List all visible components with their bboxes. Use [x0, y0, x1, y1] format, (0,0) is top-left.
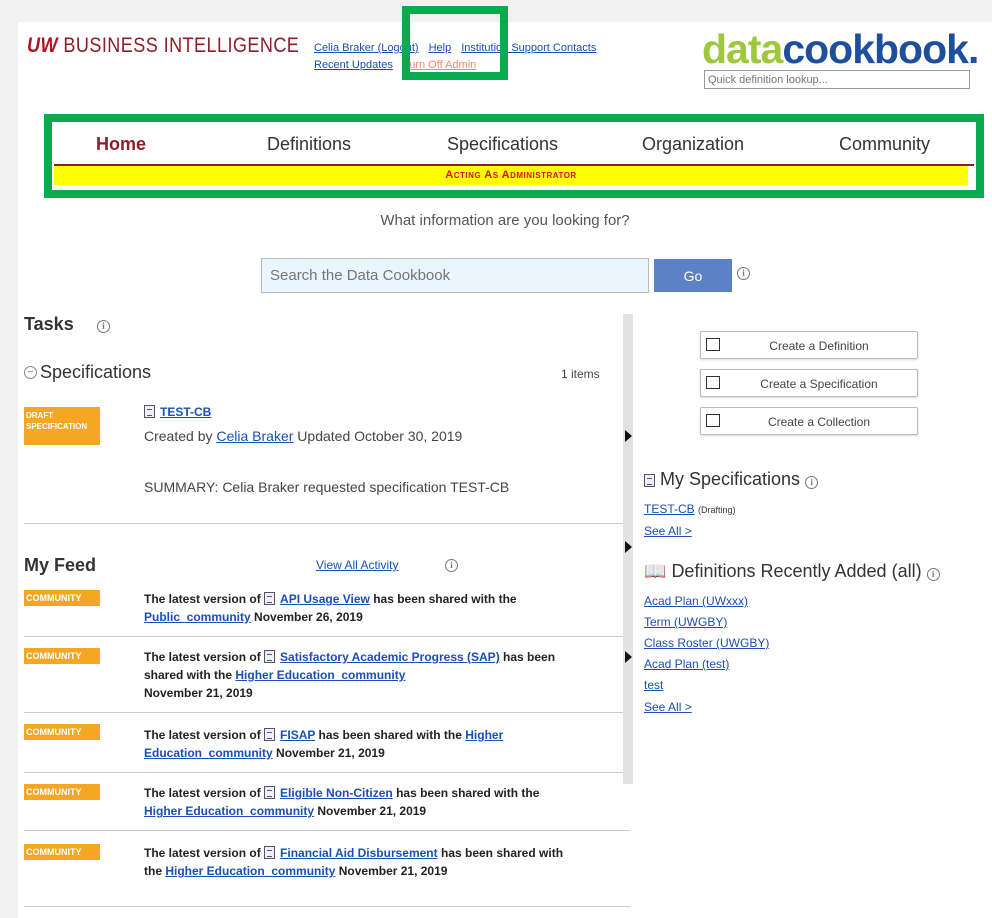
community-badge: COMMUNITY	[24, 724, 100, 740]
specifications-section-heading[interactable]: − Specifications	[24, 362, 151, 383]
community-link[interactable]: Public_community	[144, 610, 251, 624]
nav-definitions[interactable]: Definitions	[267, 134, 351, 155]
task-spec-link[interactable]: TEST-CB	[160, 405, 211, 419]
recent-definition-link[interactable]: test	[644, 678, 663, 692]
feed-item: The latest version of FISAP has been sha…	[144, 728, 504, 760]
task-creator-link[interactable]: Celia Braker	[216, 428, 293, 444]
page: UW BUSINESS INTELLIGENCE Celia Braker (L…	[18, 22, 992, 918]
search-question: What information are you looking for?	[380, 212, 630, 229]
definition-icon	[264, 846, 276, 859]
support-contacts-link[interactable]: Institution Support Contacts	[461, 42, 596, 54]
create-collection-button[interactable]: Create a Collection	[700, 407, 918, 435]
divider	[24, 772, 630, 773]
quick-definition-lookup-input[interactable]	[704, 70, 970, 89]
feed-item: The latest version of API Usage View has…	[144, 592, 517, 624]
task-count: 1 items	[561, 367, 600, 381]
data-cookbook-logo[interactable]: datacookbook.	[702, 26, 979, 73]
feed-item-link[interactable]: Satisfactory Academic Progress (SAP)	[280, 650, 500, 664]
user-logout-link[interactable]: Celia Braker (Logout)	[314, 42, 419, 54]
task-item-title: TEST-CB	[144, 405, 211, 419]
nav-community[interactable]: Community	[839, 134, 930, 155]
expand-arrow-icon[interactable]	[625, 430, 632, 442]
tasks-heading: Tasks	[24, 314, 74, 334]
community-badge: COMMUNITY	[24, 844, 100, 860]
search-info-icon[interactable]: i	[737, 267, 750, 280]
top-links: Celia Braker (Logout) Help Institution Sup…	[314, 40, 606, 74]
create-definition-button[interactable]: Create a Definition	[700, 331, 918, 359]
expand-arrow-icon[interactable]	[625, 541, 632, 553]
definition-icon	[264, 786, 276, 799]
my-specs-info-icon[interactable]: i	[805, 476, 819, 489]
feed-item-link[interactable]: FISAP	[280, 728, 315, 742]
my-feed-heading: My Feed	[24, 555, 97, 575]
my-spec-link[interactable]: TEST-CB	[644, 502, 695, 516]
view-icon	[264, 592, 276, 605]
community-badge: COMMUNITY	[24, 784, 100, 800]
nav-organization[interactable]: Organization	[642, 134, 744, 155]
recent-defs-info-icon[interactable]: i	[926, 568, 940, 581]
feed-item-link[interactable]: Financial Aid Disbursement	[280, 846, 438, 860]
feed-item: The latest version of Eligible Non-Citiz…	[144, 786, 540, 818]
task-created-by: Created by Celia Braker Updated October …	[144, 428, 463, 444]
recent-definition-link[interactable]: Class Roster (UWGBY)	[644, 636, 769, 650]
book-icon: 📖	[644, 561, 667, 581]
recent-definition-link[interactable]: Acad Plan (test)	[644, 657, 729, 671]
recent-definitions-heading: 📖 Definitions Recently Added (all) i	[644, 561, 940, 582]
feed-item: The latest version of Satisfactory Acade…	[144, 650, 556, 700]
community-link[interactable]: Higher Education_community	[144, 804, 314, 818]
my-specs-see-all-link[interactable]: See All >	[644, 524, 692, 538]
divider	[24, 523, 630, 524]
feed-item-link[interactable]: Eligible Non-Citizen	[280, 786, 393, 800]
expand-arrow-icon[interactable]	[625, 651, 632, 663]
feed-info-icon[interactable]: i	[445, 559, 458, 572]
search-input[interactable]	[261, 258, 649, 293]
my-specifications-heading: My Specifications i	[644, 469, 819, 490]
my-spec-item: TEST-CB (Drafting)	[644, 502, 736, 516]
create-specification-button[interactable]: Create a Specification	[700, 369, 918, 397]
help-link[interactable]: Help	[429, 42, 452, 54]
community-badge: COMMUNITY	[24, 590, 100, 606]
recent-updates-link[interactable]: Recent Updates	[314, 59, 393, 71]
community-badge: COMMUNITY	[24, 648, 100, 664]
community-link[interactable]: Higher Education_community	[165, 864, 335, 878]
nav-specifications[interactable]: Specifications	[447, 134, 558, 155]
main-nav: Home Definitions Specifications Organiza…	[54, 124, 974, 166]
acting-as-admin-banner: Acting As Administrator	[54, 166, 968, 185]
recent-definition-link[interactable]: Term (UWGBY)	[644, 615, 727, 629]
task-summary: SUMMARY: Celia Braker requested specific…	[144, 479, 510, 495]
definition-icon	[264, 650, 276, 663]
nav-home[interactable]: Home	[96, 134, 146, 155]
view-all-activity-link[interactable]: View All Activity	[316, 558, 398, 572]
tasks-info-icon[interactable]: i	[97, 320, 110, 333]
draft-specification-badge: DRAFT SPECIFICATION	[24, 407, 100, 445]
feed-item-link[interactable]: API Usage View	[280, 592, 370, 606]
collapse-icon[interactable]: −	[24, 366, 37, 379]
document-icon	[644, 474, 655, 487]
recent-definition-link[interactable]: Acad Plan (UWxxx)	[644, 594, 748, 608]
divider	[24, 712, 630, 713]
divider	[24, 636, 630, 637]
turn-off-admin-link[interactable]: Turn Off Admin	[403, 59, 476, 71]
specification-icon	[144, 405, 155, 418]
recent-defs-see-all-link[interactable]: See All >	[644, 700, 692, 714]
feed-item: The latest version of Financial Aid Disb…	[144, 846, 564, 878]
uw-business-intelligence-logo[interactable]: UW BUSINESS INTELLIGENCE	[27, 34, 299, 58]
divider	[24, 830, 630, 831]
community-link[interactable]: Higher Education_community	[235, 668, 405, 682]
divider	[24, 906, 630, 907]
definition-icon	[264, 728, 276, 741]
go-button[interactable]: Go	[654, 259, 732, 292]
